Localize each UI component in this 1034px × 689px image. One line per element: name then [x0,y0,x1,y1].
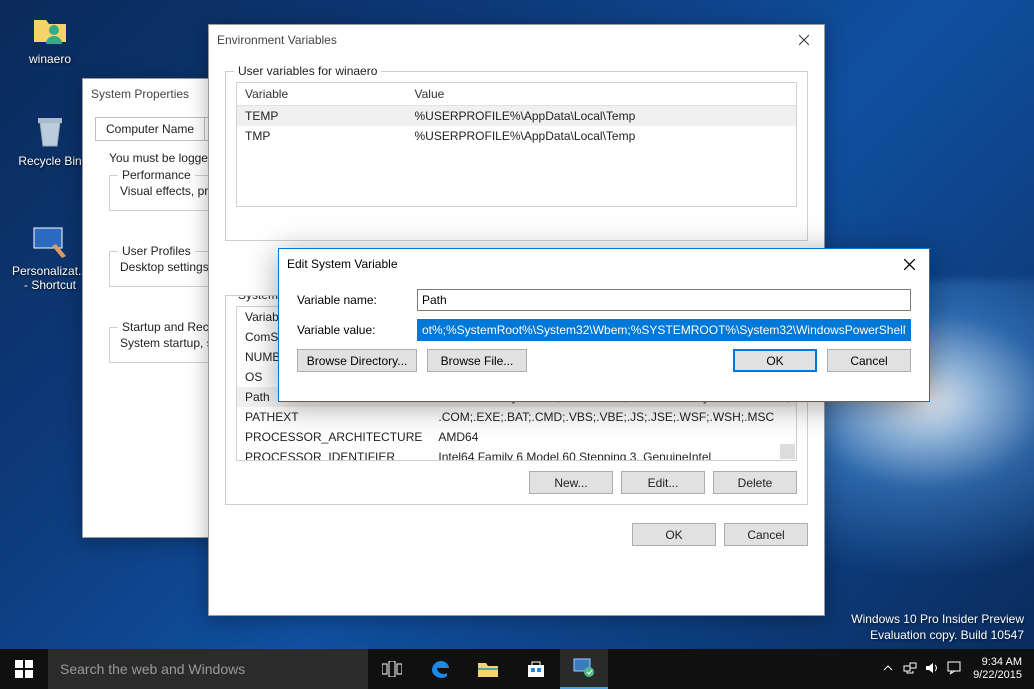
search-box[interactable]: Search the web and Windows [48,649,368,689]
watermark: Windows 10 Pro Insider Preview Evaluatio… [851,611,1024,643]
tray-chevron-icon[interactable] [877,663,899,676]
table-row[interactable]: PROCESSOR_ARCHITECTUREAMD64 [237,427,797,447]
variable-name-input[interactable] [417,289,911,311]
user-folder-icon [30,8,70,48]
store-icon[interactable] [512,649,560,689]
file-explorer-icon[interactable] [464,649,512,689]
window-title: System Properties [91,87,189,101]
browse-directory-button[interactable]: Browse Directory... [297,349,417,372]
personalization-icon [30,220,70,260]
variable-name-label: Variable name: [297,293,417,307]
close-button[interactable] [790,29,818,51]
desktop-icon-label: winaero [12,52,88,66]
desktop-icon-label: Personalizat... - Shortcut [12,264,88,292]
tray-volume-icon[interactable] [921,661,943,678]
running-app-icon[interactable] [560,649,608,689]
ok-button[interactable]: OK [733,349,817,372]
window-title: Edit System Variable [287,257,398,271]
delete-button[interactable]: Delete [713,471,797,494]
taskbar: Search the web and Windows [0,649,1034,689]
edit-system-variable-window: Edit System Variable Variable name: Vari… [278,248,930,402]
close-button[interactable] [895,253,923,275]
table-row[interactable]: PATHEXT.COM;.EXE;.BAT;.CMD;.VBS;.VBE;.JS… [237,407,797,427]
tray-network-icon[interactable] [899,661,921,678]
titlebar[interactable]: Edit System Variable [279,249,929,279]
task-view-button[interactable] [368,649,416,689]
user-vars-legend: User variables for winaero [234,64,381,78]
tray-action-center-icon[interactable] [943,661,965,678]
titlebar[interactable]: Environment Variables [209,25,824,55]
cancel-button[interactable]: Cancel [724,523,808,546]
group-legend: User Profiles [118,244,195,258]
desktop-icon-label: Recycle Bin [12,154,88,168]
variable-value-label: Variable value: [297,323,417,337]
col-header-value[interactable]: Value [407,83,797,106]
clock[interactable]: 9:34 AM 9/22/2015 [965,656,1030,682]
table-row[interactable]: TEMP%USERPROFILE%\AppData\Local\Temp [237,106,797,127]
recycle-bin-icon [30,110,70,150]
new-button[interactable]: New... [529,471,613,494]
desktop-icon-personalization[interactable]: Personalizat... - Shortcut [12,220,88,292]
variable-value-input[interactable] [417,319,911,341]
scroll-corner[interactable] [780,444,795,459]
group-legend: Performance [118,168,195,182]
desktop-icon-winaero[interactable]: winaero [12,8,88,66]
tab-computer-name[interactable]: Computer Name [95,117,205,140]
start-button[interactable] [0,649,48,689]
ok-button[interactable]: OK [632,523,716,546]
cancel-button[interactable]: Cancel [827,349,911,372]
desktop-icon-recycle-bin[interactable]: Recycle Bin [12,110,88,168]
browse-file-button[interactable]: Browse File... [427,349,527,372]
edge-icon[interactable] [416,649,464,689]
edit-button[interactable]: Edit... [621,471,705,494]
search-placeholder: Search the web and Windows [60,661,245,677]
system-tray: 9:34 AM 9/22/2015 [877,649,1034,689]
table-row[interactable]: PROCESSOR_IDENTIFIERIntel64 Family 6 Mod… [237,447,797,461]
window-title: Environment Variables [217,33,337,47]
table-row[interactable]: TMP%USERPROFILE%\AppData\Local\Temp [237,126,797,146]
user-vars-table[interactable]: VariableValue TEMP%USERPROFILE%\AppData\… [236,82,797,207]
col-header-variable[interactable]: Variable [237,83,407,106]
